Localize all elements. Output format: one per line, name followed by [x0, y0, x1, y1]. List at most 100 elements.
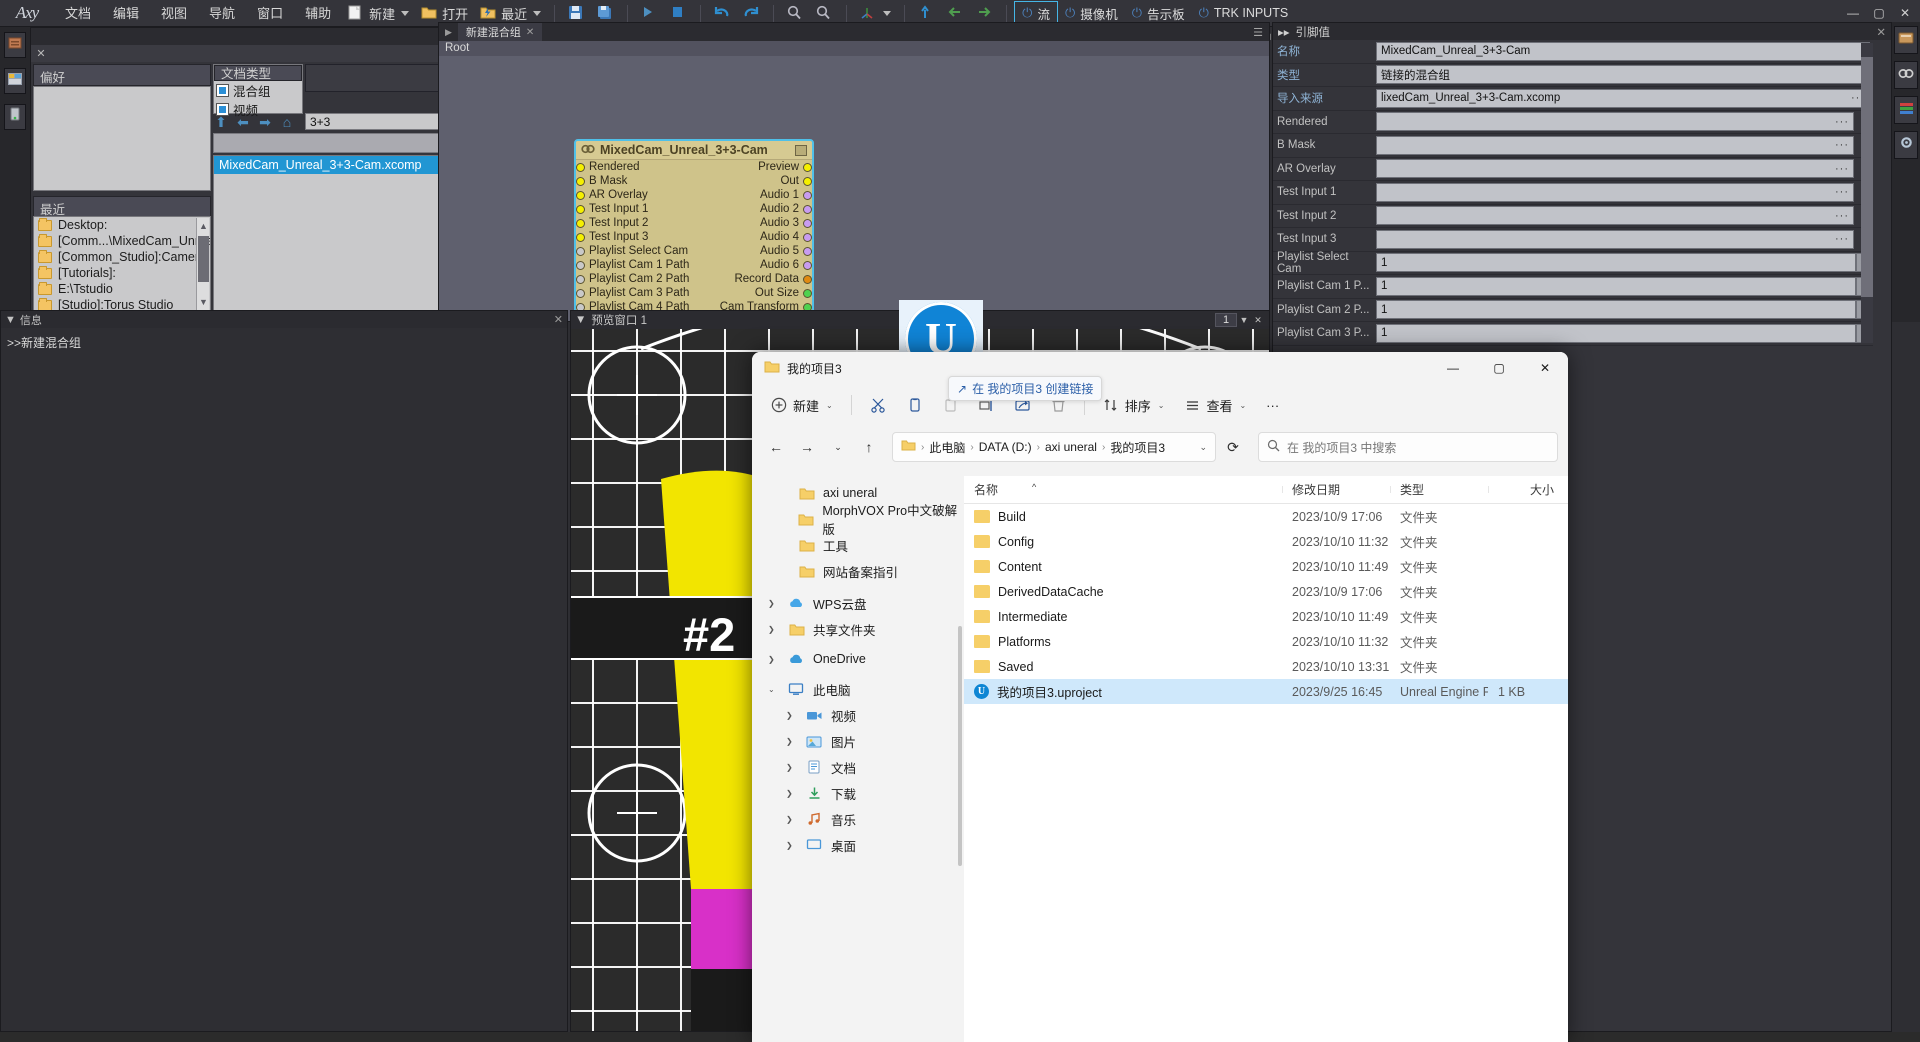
browser-close-icon[interactable]: ✕ — [31, 47, 51, 60]
input-pin[interactable] — [576, 190, 585, 200]
new-button[interactable]: 新建 — [342, 1, 415, 25]
prop-value-input[interactable]: ··· — [1376, 159, 1854, 179]
explorer-titlebar[interactable]: 我的项目3 — ▢ ✕ — [752, 352, 1568, 384]
nav-item-music[interactable]: ❯ 音乐 — [752, 806, 964, 832]
recent-scrollbar[interactable]: ▲ ▼ — [196, 218, 209, 310]
nav-item-morphvox[interactable]: MorphVOX Pro中文破解版 — [752, 504, 964, 537]
node-menu-icon[interactable] — [795, 144, 807, 156]
prop-row-test-input-2[interactable]: Test Input 2 ··· ▽ — [1273, 205, 1873, 228]
prop-row-test-input-3[interactable]: Test Input 3 ··· ▽ — [1273, 228, 1873, 252]
prop-value-input[interactable]: ··· — [1376, 229, 1854, 249]
breadcrumb-item-folder[interactable]: axi uneral — [1045, 440, 1097, 454]
output-pin[interactable] — [803, 246, 812, 256]
recent-list[interactable]: Desktop: [Comm...\MixedCam_Unreal [Commo… — [33, 216, 211, 312]
prop-row-playlist-cam-3[interactable]: Playlist Cam 3 P... 1 ▲▼ — [1273, 322, 1873, 346]
node-mixedcam[interactable]: MixedCam_Unreal_3+3-Cam Rendered Preview … — [574, 139, 814, 321]
nav-item-website-guide[interactable]: 网站备案指引 — [752, 558, 964, 584]
output-pin[interactable] — [803, 190, 812, 200]
output-pin[interactable] — [803, 274, 812, 284]
prop-value-input[interactable]: ··· — [1376, 135, 1854, 155]
input-pin[interactable] — [576, 176, 585, 186]
list-item[interactable]: Desktop: — [34, 217, 210, 233]
back-button[interactable]: ← — [762, 433, 790, 461]
prop-value-input[interactable]: ··· — [1376, 112, 1854, 132]
menu-item-navigate[interactable]: 导航 — [198, 0, 246, 27]
chevron-right-icon[interactable]: ❯ — [786, 737, 798, 746]
address-breadcrumb[interactable]: › 此电脑 › DATA (D:) › axi uneral › 我的项目3 ⌄ — [892, 432, 1216, 462]
up-button[interactable]: ↑ — [855, 433, 883, 461]
forward-button[interactable]: → — [793, 433, 821, 461]
input-pin[interactable] — [576, 288, 585, 298]
nav-home-icon[interactable]: ⌂ — [279, 114, 295, 130]
preview-index[interactable]: 1 — [1215, 313, 1237, 327]
chevron-right-icon[interactable]: ❯ — [768, 655, 780, 664]
rail-device-button[interactable] — [4, 104, 26, 130]
input-pin[interactable] — [576, 260, 585, 270]
sort-button[interactable]: 排序 ⌄ — [1094, 389, 1174, 421]
rail-layers-button[interactable] — [1894, 96, 1918, 124]
new-button[interactable]: 新建 ⌄ — [762, 389, 842, 421]
expand-icon[interactable]: ▸▸ — [1278, 25, 1290, 39]
navigation-pane[interactable]: axi uneral MorphVOX Pro中文破解版 工具 网站备案指引 ❯… — [752, 476, 964, 1042]
graph-canvas[interactable]: MixedCam_Unreal_3+3-Cam Rendered Preview … — [439, 56, 1269, 321]
breadcrumb-dropdown-icon[interactable]: ⌄ — [1199, 442, 1207, 453]
table-row[interactable]: Saved 2023/10/10 13:31 文件夹 — [964, 654, 1568, 679]
output-pin[interactable] — [803, 218, 812, 228]
nav-forward-icon[interactable]: ➡ — [257, 114, 273, 131]
input-pin[interactable] — [576, 274, 585, 284]
prop-value-input[interactable]: 1 — [1376, 323, 1856, 343]
output-pin[interactable] — [803, 162, 812, 172]
menu-item-view[interactable]: 视图 — [150, 0, 198, 27]
props-scrollbar[interactable] — [1861, 43, 1873, 343]
copy-button[interactable] — [897, 389, 931, 421]
close-icon[interactable]: ✕ — [1876, 25, 1886, 39]
output-pin[interactable] — [803, 204, 812, 214]
rail-inbox-button[interactable] — [1894, 26, 1918, 54]
table-row[interactable]: Intermediate 2023/10/10 11:49 文件夹 — [964, 604, 1568, 629]
prop-value-input[interactable]: 1 — [1376, 300, 1856, 320]
table-row[interactable]: Build 2023/10/9 17:06 文件夹 — [964, 504, 1568, 529]
search-input[interactable]: 在 我的项目3 中搜索 — [1258, 432, 1558, 462]
node-port-row[interactable]: AR Overlay Audio 1 — [576, 188, 812, 202]
scroll-down-icon[interactable]: ▼ — [197, 295, 210, 309]
node-port-row[interactable]: Playlist Select Cam Audio 5 — [576, 244, 812, 258]
input-pin[interactable] — [576, 218, 585, 228]
chevron-right-icon[interactable]: ❯ — [786, 711, 798, 720]
list-item[interactable]: E:\Tstudio — [34, 281, 210, 297]
node-port-row[interactable]: Playlist Cam 3 Path Out Size — [576, 286, 812, 300]
filter-bar[interactable]: ★ — [213, 133, 465, 153]
node-port-row[interactable]: Test Input 3 Audio 4 — [576, 230, 812, 244]
breadcrumb-item-current[interactable]: 我的项目3 — [1110, 439, 1165, 456]
menu-item-edit[interactable]: 编辑 — [102, 0, 150, 27]
node-port-row[interactable]: Playlist Cam 1 Path Audio 6 — [576, 258, 812, 272]
prop-value-input[interactable]: 1 — [1376, 276, 1856, 296]
cut-button[interactable] — [861, 389, 895, 421]
node-header[interactable]: MixedCam_Unreal_3+3-Cam — [576, 141, 812, 160]
prop-row-rendered[interactable]: Rendered ··· ▽ — [1273, 111, 1873, 134]
chevron-right-icon[interactable]: ❯ — [786, 763, 798, 772]
chevron-right-icon[interactable]: ❯ — [768, 599, 780, 608]
prop-value-input[interactable]: 链接的混合组 — [1376, 65, 1870, 85]
input-pin[interactable] — [576, 162, 585, 172]
table-row[interactable]: Content 2023/10/10 11:49 文件夹 — [964, 554, 1568, 579]
table-row[interactable]: Platforms 2023/10/10 11:32 文件夹 — [964, 629, 1568, 654]
file-list-pane[interactable]: 名称 ^ 修改日期 类型 大小 Build 2023/10/9 17:06 文件… — [964, 476, 1568, 1042]
prop-row-playlist-cam-2[interactable]: Playlist Cam 2 P... 1 ▲▼ — [1273, 299, 1873, 322]
chevron-right-icon[interactable]: ❯ — [786, 815, 798, 824]
menu-item-document[interactable]: 文档 — [54, 0, 102, 27]
rail-layout-button[interactable] — [4, 68, 26, 94]
input-pin[interactable] — [576, 246, 585, 256]
prop-row-name[interactable]: 名称 MixedCam_Unreal_3+3-Cam — [1273, 40, 1873, 64]
nav-item-documents[interactable]: ❯ 文档 — [752, 754, 964, 780]
prop-row-playlist-select-cam[interactable]: Playlist Select Cam 1 ▲▼ — [1273, 251, 1873, 275]
ellipsis-icon[interactable]: ··· — [1835, 186, 1849, 198]
nav-item-onedrive[interactable]: ❯ OneDrive — [752, 646, 964, 672]
scroll-up-icon[interactable]: ▲ — [197, 219, 210, 233]
ellipsis-icon[interactable]: ··· — [1835, 163, 1849, 175]
explorer-minimize-button[interactable]: — — [1430, 352, 1476, 384]
node-port-row[interactable]: B Mask Out — [576, 174, 812, 188]
ellipsis-icon[interactable]: ··· — [1835, 233, 1849, 245]
chevron-right-icon[interactable]: ❯ — [786, 841, 798, 850]
nav-item-videos[interactable]: ❯ 视频 — [752, 702, 964, 728]
nav-item-desktop[interactable]: ❯ 桌面 — [752, 832, 964, 858]
